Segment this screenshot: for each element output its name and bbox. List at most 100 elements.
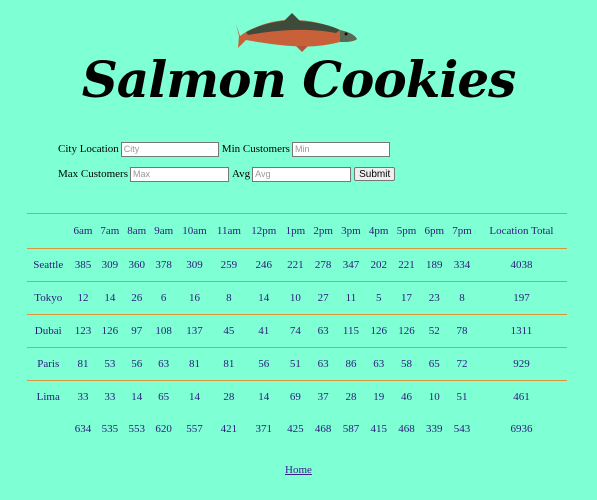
hourly-sales-cell: 14 <box>177 380 212 413</box>
submit-button[interactable]: Submit <box>354 167 396 181</box>
header-cell: 10am <box>177 213 212 249</box>
hourly-sales-cell: 202 <box>364 248 393 282</box>
header-cell: Location Total <box>475 213 567 249</box>
header-cell: 4pm <box>364 213 393 249</box>
table-header-row: 6am 7am 8am 9am 10am 11am 12pm 1pm 2pm 3pm 4pm 5pm 6… <box>27 213 567 249</box>
hourly-sales-cell: 69 <box>281 380 310 413</box>
hourly-sales-cell: 126 <box>392 314 421 348</box>
hourly-sales-cell: 8 <box>211 281 246 315</box>
hourly-total-cell: 468 <box>314 423 332 435</box>
header-cell: 3pm <box>337 213 365 249</box>
salmon-fish-icon <box>236 13 357 52</box>
header-cell: 2pm <box>309 213 338 249</box>
hourly-total-cell: 371 <box>255 423 272 435</box>
table-row: Lima 33 33 14 65 14 28 14 69 37 28 19 46 10 51 461 <box>27 380 567 413</box>
city-input[interactable] <box>120 141 219 157</box>
hourly-sales-cell: 28 <box>337 380 365 413</box>
hourly-sales-cell: 41 <box>245 314 282 348</box>
hourly-sales-cell: 58 <box>392 347 421 381</box>
hourly-sales-cell: 14 <box>245 281 282 315</box>
hourly-sales-cell: 51 <box>448 380 476 413</box>
footer: Home <box>0 464 597 476</box>
hourly-sales-cell: 27 <box>309 281 338 315</box>
location-total-cell: 197 <box>475 281 567 315</box>
hourly-sales-cell: 137 <box>177 314 212 348</box>
sales-table: 6am 7am 8am 9am 10am 11am 12pm 1pm 2pm 3pm 4pm 5pm 6… <box>27 213 567 445</box>
hourly-sales-cell: 347 <box>337 248 365 282</box>
header-cell: 11am <box>211 213 246 249</box>
hourly-sales-cell: 72 <box>448 347 476 381</box>
location-cell: Tokyo <box>27 281 70 315</box>
hourly-sales-cell: 10 <box>420 380 449 413</box>
home-link[interactable]: Home <box>285 464 312 476</box>
header-cell: 5pm <box>392 213 421 249</box>
table-row: Tokyo 12 14 26 6 16 8 14 10 27 11 5 17 23 8 197 <box>27 281 567 315</box>
hourly-sales-cell: 10 <box>281 281 310 315</box>
hourly-sales-cell: 65 <box>420 347 449 381</box>
form-row-max-avg: Max Customers Avg Submit <box>58 166 396 182</box>
location-total-cell: 929 <box>475 347 567 381</box>
min-customers-input[interactable] <box>291 141 390 157</box>
hourly-total-cell: 425 <box>287 423 304 435</box>
hourly-sales-cell: 221 <box>281 248 310 282</box>
hourly-total-cell: 553 <box>128 423 146 435</box>
hourly-total-cell: 535 <box>101 423 119 435</box>
hourly-total-cell: 421 <box>220 423 238 435</box>
location-total-cell: 4038 <box>475 248 567 282</box>
header-cell: 7am <box>96 213 124 249</box>
hourly-sales-cell: 259 <box>211 248 246 282</box>
hourly-sales-cell: 81 <box>211 347 246 381</box>
hourly-sales-cell: 11 <box>337 281 365 315</box>
hourly-sales-cell: 6 <box>150 281 178 315</box>
hourly-sales-cell: 246 <box>245 248 282 282</box>
hourly-sales-cell: 278 <box>309 248 338 282</box>
hourly-sales-cell: 14 <box>96 281 124 315</box>
hourly-sales-cell: 63 <box>364 347 393 381</box>
max-customers-label: Max Customers <box>58 168 128 180</box>
hourly-sales-cell: 28 <box>211 380 246 413</box>
avg-input[interactable] <box>252 166 352 182</box>
header-cell: 12pm <box>245 213 282 249</box>
hourly-sales-cell: 126 <box>96 314 124 348</box>
hourly-sales-cell: 51 <box>281 347 310 381</box>
hourly-sales-cell: 17 <box>392 281 421 315</box>
city-location-label: City Location <box>58 143 119 155</box>
hourly-sales-cell: 23 <box>420 281 449 315</box>
page-title: Salmon Cookies <box>81 50 517 109</box>
hourly-sales-cell: 221 <box>392 248 421 282</box>
totals-row: 634 535 553 620 557 421 371 425 468 587 415 468 339 5… <box>27 413 567 445</box>
header-cell: 9am <box>150 213 178 249</box>
table-row: Dubai 123 126 97 108 137 45 41 74 63 115 126 126 52 78… <box>27 314 567 348</box>
table-row: Paris 81 53 56 63 81 81 56 51 63 86 63 58 65 72 929 <box>27 347 567 381</box>
hourly-sales-cell: 74 <box>281 314 310 348</box>
hourly-sales-cell: 126 <box>364 314 393 348</box>
form-row-city-min: City Location Min Customers <box>58 141 395 157</box>
hourly-sales-cell: 81 <box>69 347 97 381</box>
hourly-sales-cell: 189 <box>420 248 449 282</box>
location-cell: Dubai <box>27 314 70 348</box>
hourly-sales-cell: 26 <box>123 281 151 315</box>
location-cell: Paris <box>27 347 70 381</box>
location-cell: Lima <box>27 380 70 413</box>
location-total-cell: 1311 <box>475 314 567 348</box>
hourly-total-cell: 339 <box>425 423 443 435</box>
hourly-sales-cell: 52 <box>420 314 449 348</box>
grand-total-cell: 6936 <box>510 423 533 435</box>
location-total-cell: 461 <box>475 380 567 413</box>
totals-label-cell <box>27 413 70 445</box>
max-customers-input[interactable] <box>129 166 229 182</box>
hourly-sales-cell: 56 <box>245 347 282 381</box>
add-store-form: City Location Min Customers Max Customer… <box>58 141 396 191</box>
hourly-sales-cell: 56 <box>123 347 151 381</box>
header-cell: 7pm <box>448 213 476 249</box>
hourly-sales-cell: 115 <box>337 314 365 348</box>
hourly-sales-cell: 19 <box>364 380 393 413</box>
hourly-sales-cell: 37 <box>309 380 338 413</box>
hourly-sales-cell: 14 <box>245 380 282 413</box>
hourly-sales-cell: 81 <box>177 347 212 381</box>
min-customers-label: Min Customers <box>221 143 290 155</box>
hourly-sales-cell: 65 <box>150 380 178 413</box>
header-cell: 6pm <box>420 213 449 249</box>
hourly-sales-cell: 63 <box>309 314 338 348</box>
hourly-sales-cell: 123 <box>69 314 97 348</box>
